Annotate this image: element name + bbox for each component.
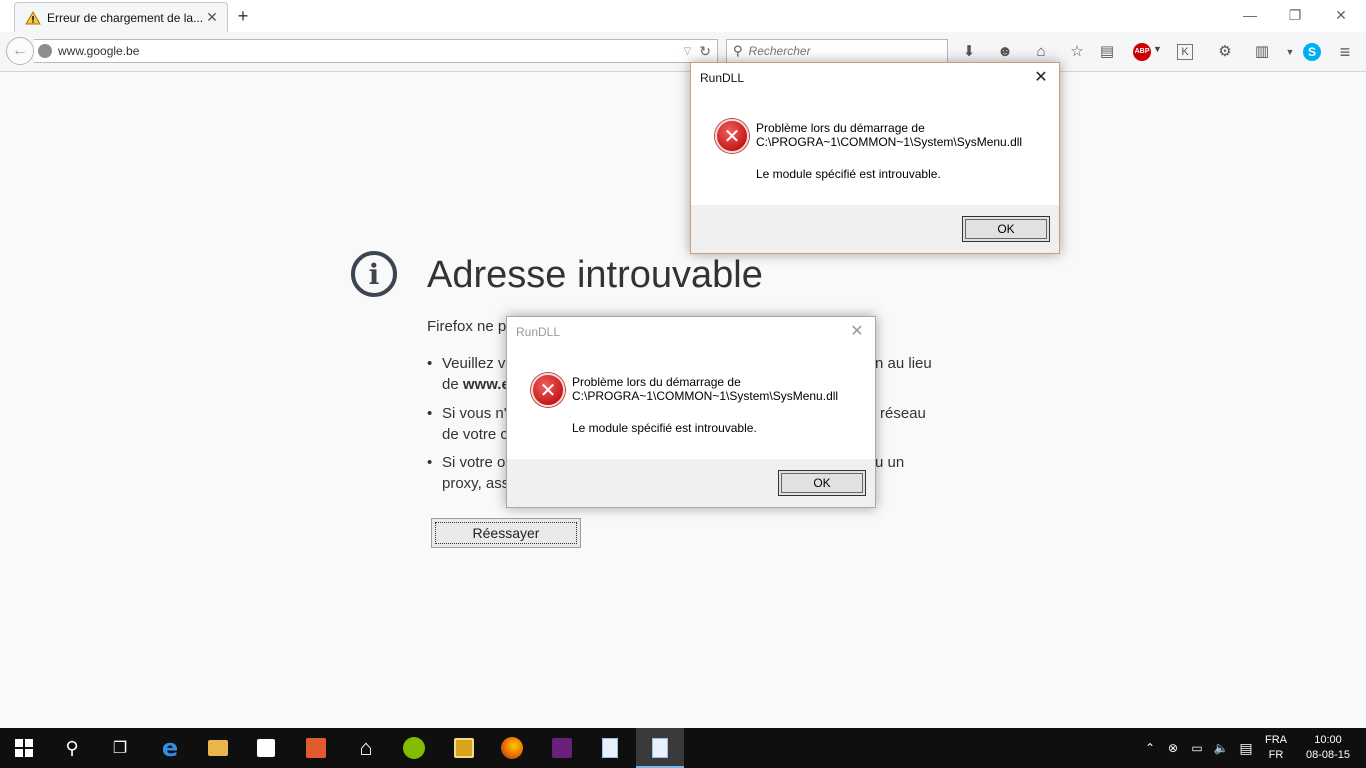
url-dropdown-icon[interactable]: ▽ xyxy=(684,46,692,57)
dialog-close-icon[interactable]: ✕ xyxy=(845,320,869,344)
extension-icon[interactable]: ⚙ xyxy=(1214,42,1236,62)
overflow-dropdown-icon[interactable]: ▼ xyxy=(1279,42,1301,62)
skype-icon[interactable]: S xyxy=(1303,43,1321,61)
ok-button[interactable]: OK xyxy=(962,216,1050,242)
search-input[interactable]: ⚲ Rechercher xyxy=(726,39,948,63)
edge-icon[interactable]: e xyxy=(146,728,194,768)
start-button[interactable] xyxy=(0,728,48,768)
input-language[interactable]: FRA FR xyxy=(1262,733,1290,763)
rundll-dialog: RunDLL ✕ ✕ Problème lors du démarrage de… xyxy=(506,316,876,508)
reading-list-icon[interactable]: ▤ xyxy=(1096,42,1118,62)
retry-button[interactable]: Réessayer xyxy=(431,518,581,548)
reload-icon[interactable]: ↻ xyxy=(699,43,711,60)
dialog-detail: Le module spécifié est introuvable. xyxy=(572,421,757,435)
dialog-body: ✕ Problème lors du démarrage de C:\PROGR… xyxy=(691,93,1059,205)
bookmark-star-icon[interactable]: ☆ xyxy=(1066,42,1088,62)
dialog-message-path: C:\PROGRA~1\COMMON~1\System\SysMenu.dll xyxy=(572,389,839,403)
bullet-text: Si votre o xyxy=(442,454,506,471)
rundll-dialog: RunDLL ✕ ✕ Problème lors du démarrage de… xyxy=(690,62,1060,254)
new-tab-icon[interactable]: + xyxy=(234,6,252,26)
task-view-icon[interactable]: ❐ xyxy=(96,728,144,768)
search-icon[interactable]: ⚲ xyxy=(48,728,96,768)
bullet-text: n au lieu xyxy=(875,355,932,372)
bullet-text: Si vous n'a xyxy=(442,405,515,422)
search-icon: ⚲ xyxy=(733,43,743,58)
spotify-icon[interactable] xyxy=(390,728,438,768)
back-arrow-icon[interactable]: ← xyxy=(6,37,34,65)
tab-title: Erreur de chargement de la... xyxy=(47,10,203,25)
bullet-text: de votre c xyxy=(442,426,508,443)
bullet-text: réseau xyxy=(880,405,926,422)
visual-studio-icon[interactable] xyxy=(538,728,586,768)
url-text[interactable]: www.google.be xyxy=(58,44,684,58)
page-title: Adresse introuvable xyxy=(427,254,763,296)
warning-icon xyxy=(25,10,41,24)
firefox-icon[interactable] xyxy=(488,728,536,768)
language-code: FRA xyxy=(1265,734,1287,746)
restore-icon[interactable]: ❐ xyxy=(1272,4,1318,26)
keyboard-layout: FR xyxy=(1268,749,1284,761)
bullet-text: proxy, ass xyxy=(442,475,510,492)
dialog-close-icon[interactable]: ✕ xyxy=(1029,66,1053,90)
show-hidden-icons-icon[interactable]: ⌃ xyxy=(1140,728,1160,768)
home-app-icon[interactable]: ⌂ xyxy=(342,728,390,768)
network-error-icon[interactable]: ⊗ xyxy=(1162,728,1184,768)
home-icon[interactable]: ⌂ xyxy=(1030,42,1052,62)
dialog-message: Problème lors du démarrage de C:\PROGRA~… xyxy=(756,121,1022,149)
action-center-icon[interactable]: ▤ xyxy=(1234,728,1258,768)
clock[interactable]: 10:00 08-08-15 xyxy=(1298,733,1358,763)
adblock-dropdown-icon[interactable]: ▼ xyxy=(1153,44,1162,54)
tab-strip: Erreur de chargement de la... ✕ + — ❐ ✕ xyxy=(0,0,1366,32)
navigation-bar: ← www.google.be ▽ ↻ ⚲ Rechercher ⬇ ☻ ⌂ ☆… xyxy=(0,32,1366,72)
windows-logo-icon xyxy=(15,739,33,757)
dialog-message-path: C:\PROGRA~1\COMMON~1\System\SysMenu.dll xyxy=(756,135,1023,149)
dialog-detail: Le module spécifié est introuvable. xyxy=(756,167,941,181)
adblock-icon[interactable]: ABP xyxy=(1133,43,1151,61)
clipboard-icon[interactable]: ▥ xyxy=(1251,42,1273,62)
bullet-text: Veuillez ve xyxy=(442,355,514,372)
ok-button[interactable]: OK xyxy=(778,470,866,496)
ok-button-label: OK xyxy=(965,219,1047,239)
bullet-bold-text: www.e xyxy=(462,376,510,393)
error-icon: ✕ xyxy=(531,373,565,407)
download-icon[interactable]: ⬇ xyxy=(958,42,980,62)
dialog-message-line: Problème lors du démarrage de xyxy=(756,121,925,135)
clock-time: 10:00 xyxy=(1314,734,1342,746)
bullet-text: de xyxy=(442,376,463,393)
taskbar: ⚲ ❐ e ⌂ ⌃ ⊗ ▭ 🔈 ▤ FRA FR 10:00 08-08-15 xyxy=(0,728,1366,768)
archive-app-icon[interactable] xyxy=(440,728,488,768)
close-window-icon[interactable]: ✕ xyxy=(1318,4,1364,26)
dialog-title: RunDLL xyxy=(691,63,1059,93)
tab-close-icon[interactable]: ✕ xyxy=(203,9,221,26)
store-icon[interactable] xyxy=(242,728,290,768)
hamburger-menu-icon[interactable]: ≡ xyxy=(1334,42,1356,62)
globe-icon xyxy=(38,44,52,58)
minimize-icon[interactable]: — xyxy=(1227,4,1273,26)
search-placeholder: Rechercher xyxy=(748,44,811,58)
clock-date: 08-08-15 xyxy=(1305,749,1351,761)
k-extension-icon[interactable]: K xyxy=(1177,44,1193,60)
ok-button-label: OK xyxy=(781,473,863,493)
dialog-message: Problème lors du démarrage de C:\PROGRA~… xyxy=(572,375,838,403)
info-icon: i xyxy=(351,251,397,297)
file-explorer-icon[interactable] xyxy=(194,728,242,768)
document-icon[interactable] xyxy=(586,728,634,768)
dialog-title: RunDLL xyxy=(507,317,875,347)
dialog-body: ✕ Problème lors du démarrage de C:\PROGR… xyxy=(507,347,875,459)
photos-app-icon[interactable] xyxy=(292,728,340,768)
battery-icon[interactable]: ▭ xyxy=(1186,728,1208,768)
error-intro: Firefox ne pe xyxy=(427,318,515,335)
retry-button-label: Réessayer xyxy=(435,522,577,544)
chat-icon[interactable]: ☻ xyxy=(994,42,1016,62)
bullet-text: u un xyxy=(875,454,905,471)
document-icon-active[interactable] xyxy=(636,728,684,768)
error-icon: ✕ xyxy=(715,119,749,153)
tab-error-page[interactable]: Erreur de chargement de la... ✕ xyxy=(14,2,228,32)
volume-icon[interactable]: 🔈 xyxy=(1210,728,1232,768)
url-bar[interactable]: www.google.be ▽ ↻ xyxy=(34,39,718,63)
dialog-message-line: Problème lors du démarrage de xyxy=(572,375,741,389)
